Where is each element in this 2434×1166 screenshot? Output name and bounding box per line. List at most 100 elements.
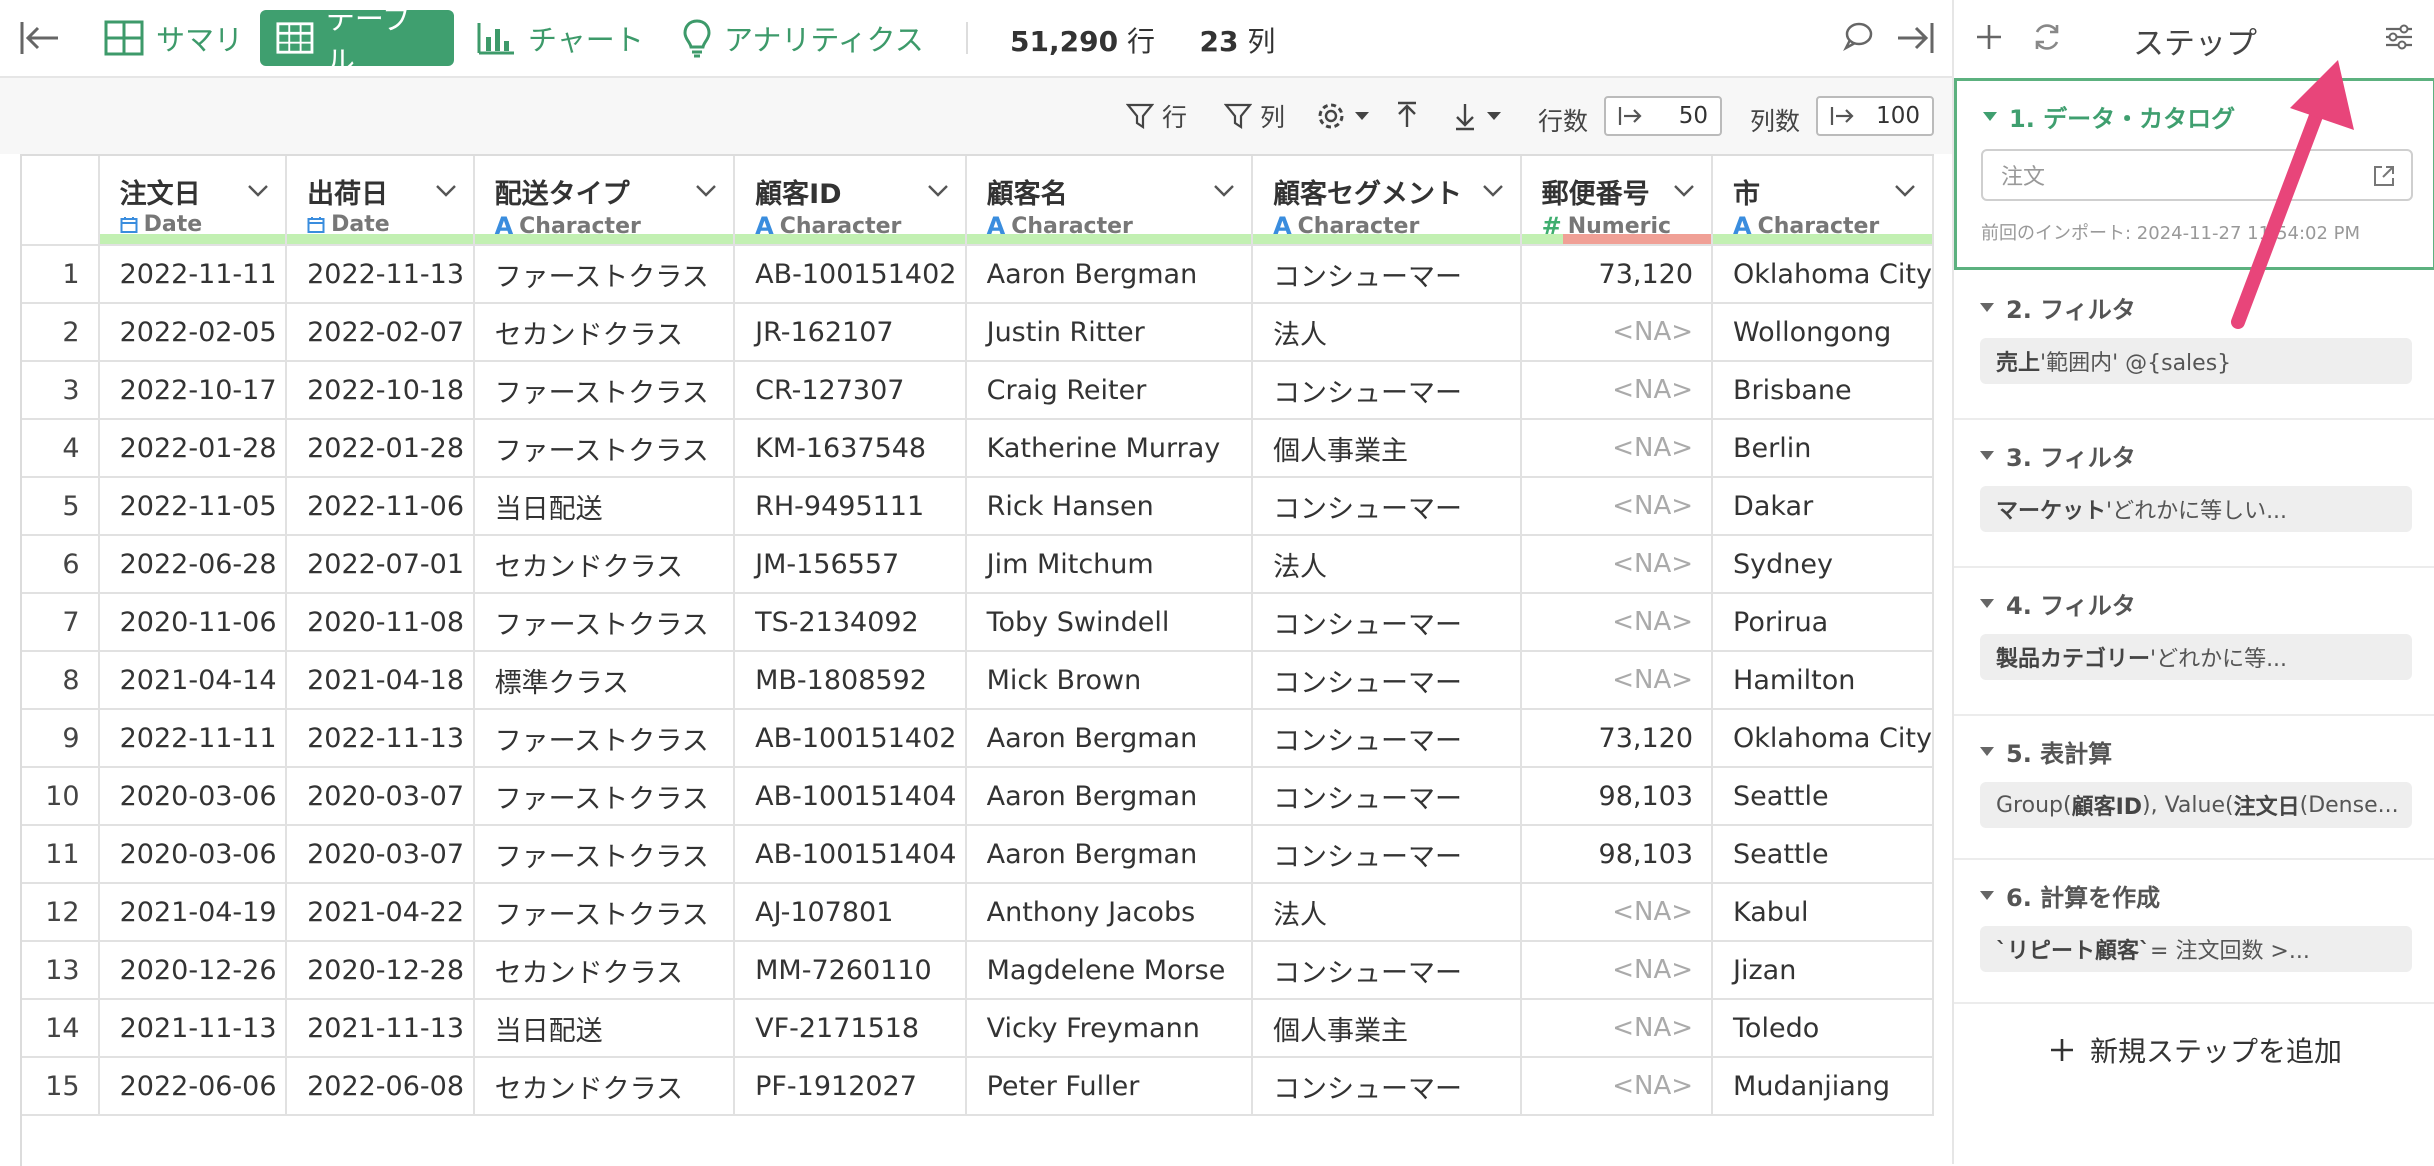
chevron-down-icon[interactable] bbox=[247, 184, 269, 198]
table-cell[interactable]: 98,103 bbox=[1520, 767, 1714, 826]
step-summary-pill[interactable]: `リピート顧客` = 注文回数 >... bbox=[1980, 926, 2412, 972]
comment-icon[interactable] bbox=[1842, 20, 1874, 56]
table-cell[interactable]: 個人事業主 bbox=[1252, 999, 1522, 1058]
step-filter-market[interactable]: 3. フィルタ マーケット 'どれかに等しい... bbox=[1954, 420, 2434, 568]
step-filter-sales[interactable]: 2. フィルタ 売上 '範囲内' @{sales} bbox=[1954, 272, 2434, 420]
table-cell[interactable]: 2021-04-19 bbox=[98, 883, 288, 942]
table-cell[interactable]: 2020-12-28 bbox=[286, 941, 475, 1000]
table-cell[interactable]: <NA> bbox=[1520, 419, 1714, 478]
table-cell[interactable]: Seattle bbox=[1712, 825, 1934, 884]
table-row[interactable]: 7 2020-11-06 2020-11-08 ファーストクラス TS-2134092 T… bbox=[22, 593, 1934, 652]
table-cell[interactable]: PF-1912027 bbox=[734, 1057, 967, 1116]
table-cell[interactable]: コンシューマー bbox=[1252, 767, 1522, 826]
row-filter-button[interactable]: 行 bbox=[1126, 98, 1187, 134]
table-row[interactable]: 2 2022-02-05 2022-02-07 セカンドクラス JR-162107 Jus… bbox=[22, 303, 1934, 362]
column-header[interactable]: 顧客名 A Character bbox=[965, 156, 1254, 246]
chevron-down-icon[interactable] bbox=[1673, 184, 1695, 198]
download-dropdown[interactable] bbox=[1452, 98, 1510, 134]
table-cell[interactable]: Wollongong bbox=[1712, 303, 1934, 362]
table-cell[interactable]: 2020-03-07 bbox=[286, 767, 475, 826]
table-cell[interactable]: <NA> bbox=[1520, 941, 1714, 1000]
step-create-calc[interactable]: 6. 計算を作成 `リピート顧客` = 注文回数 >... bbox=[1954, 860, 2434, 1004]
table-cell[interactable]: Justin Ritter bbox=[965, 303, 1254, 362]
table-cell[interactable]: コンシューマー bbox=[1252, 593, 1522, 652]
settings-dropdown[interactable] bbox=[1316, 98, 1378, 134]
step-title[interactable]: 4. フィルタ bbox=[1980, 586, 2136, 621]
table-cell[interactable]: Katherine Murray bbox=[965, 419, 1254, 478]
table-cell[interactable]: <NA> bbox=[1520, 1057, 1714, 1116]
tab-summary[interactable]: サマリ bbox=[88, 10, 263, 66]
table-row[interactable]: 10 2020-03-06 2020-03-07 ファーストクラス AB-1001514… bbox=[22, 767, 1934, 826]
table-cell[interactable]: 2022-10-18 bbox=[286, 361, 475, 420]
table-cell[interactable]: 2021-11-13 bbox=[98, 999, 288, 1058]
step-data-catalog[interactable]: 1. データ・カタログ 注文 前回のインポート: 2024-11-27 11:5… bbox=[1954, 78, 2434, 270]
table-cell[interactable]: Jizan bbox=[1712, 941, 1934, 1000]
table-cell[interactable]: 2021-11-13 bbox=[286, 999, 475, 1058]
table-cell[interactable]: 98,103 bbox=[1520, 825, 1714, 884]
column-header[interactable]: 市 A Character bbox=[1712, 156, 1934, 246]
table-cell[interactable]: 2022-11-13 bbox=[286, 245, 475, 304]
table-row[interactable]: 9 2022-11-11 2022-11-13 ファーストクラス AB-10015140… bbox=[22, 709, 1934, 768]
table-cell[interactable]: Magdelene Morse bbox=[965, 941, 1254, 1000]
table-cell[interactable]: Aaron Bergman bbox=[965, 767, 1254, 826]
tab-analytics[interactable]: アナリティクス bbox=[666, 10, 944, 66]
table-cell[interactable]: 2022-11-05 bbox=[98, 477, 288, 536]
table-cell[interactable]: セカンドクラス bbox=[473, 1057, 736, 1116]
table-cell[interactable]: 2021-04-14 bbox=[98, 651, 288, 710]
table-cell[interactable]: 2021-04-18 bbox=[286, 651, 475, 710]
table-cell[interactable]: ファーストクラス bbox=[473, 245, 736, 304]
table-cell[interactable]: 2022-06-06 bbox=[98, 1057, 288, 1116]
table-cell[interactable]: Oklahoma City bbox=[1712, 245, 1934, 304]
table-row[interactable]: 11 2020-03-06 2020-03-07 ファーストクラス AB-1001514… bbox=[22, 825, 1934, 884]
table-cell[interactable]: コンシューマー bbox=[1252, 651, 1522, 710]
table-cell[interactable]: <NA> bbox=[1520, 999, 1714, 1058]
step-title[interactable]: 6. 計算を作成 bbox=[1980, 878, 2160, 913]
column-header[interactable]: 顧客セグメント A Character bbox=[1252, 156, 1522, 246]
table-cell[interactable]: <NA> bbox=[1520, 593, 1714, 652]
table-cell[interactable]: 2022-02-07 bbox=[286, 303, 475, 362]
table-cell[interactable]: 標準クラス bbox=[473, 651, 736, 710]
table-cell[interactable]: JR-162107 bbox=[734, 303, 967, 362]
sliders-icon[interactable] bbox=[2384, 22, 2414, 52]
table-cell[interactable]: TS-2134092 bbox=[734, 593, 967, 652]
table-cell[interactable]: AB-100151404 bbox=[734, 825, 967, 884]
table-cell[interactable]: 73,120 bbox=[1520, 709, 1714, 768]
table-cell[interactable]: CR-127307 bbox=[734, 361, 967, 420]
table-cell[interactable]: セカンドクラス bbox=[473, 303, 736, 362]
table-cell[interactable]: 2020-03-06 bbox=[98, 825, 288, 884]
table-cell[interactable]: RH-9495111 bbox=[734, 477, 967, 536]
table-cell[interactable]: 2022-01-28 bbox=[98, 419, 288, 478]
table-row[interactable]: 6 2022-06-28 2022-07-01 セカンドクラス JM-156557 Jim… bbox=[22, 535, 1934, 594]
step-filter-category[interactable]: 4. フィルタ 製品カテゴリー 'どれかに等... bbox=[1954, 568, 2434, 716]
column-header[interactable]: 注文日 Date bbox=[98, 156, 288, 246]
table-cell[interactable]: 2022-11-06 bbox=[286, 477, 475, 536]
table-cell[interactable]: Mick Brown bbox=[965, 651, 1254, 710]
table-cell[interactable]: 2021-04-22 bbox=[286, 883, 475, 942]
table-cell[interactable]: <NA> bbox=[1520, 535, 1714, 594]
table-row[interactable]: 3 2022-10-17 2022-10-18 ファーストクラス CR-127307 Cr… bbox=[22, 361, 1934, 420]
table-cell[interactable]: JM-156557 bbox=[734, 535, 967, 594]
chevron-down-icon[interactable] bbox=[1894, 184, 1916, 198]
table-cell[interactable]: ファーストクラス bbox=[473, 883, 736, 942]
table-cell[interactable]: Craig Reiter bbox=[965, 361, 1254, 420]
table-cell[interactable]: AJ-107801 bbox=[734, 883, 967, 942]
table-cell[interactable]: 個人事業主 bbox=[1252, 419, 1522, 478]
table-cell[interactable]: 法人 bbox=[1252, 535, 1522, 594]
add-step-button[interactable]: 新規ステップを追加 bbox=[1954, 1030, 2434, 1070]
table-cell[interactable]: ファーストクラス bbox=[473, 709, 736, 768]
table-cell[interactable]: ファーストクラス bbox=[473, 361, 736, 420]
table-cell[interactable]: 法人 bbox=[1252, 303, 1522, 362]
table-cell[interactable]: コンシューマー bbox=[1252, 941, 1522, 1000]
table-cell[interactable]: AB-100151402 bbox=[734, 709, 967, 768]
table-cell[interactable]: <NA> bbox=[1520, 303, 1714, 362]
step-summary-pill[interactable]: マーケット 'どれかに等しい... bbox=[1980, 486, 2412, 532]
table-cell[interactable]: Sydney bbox=[1712, 535, 1934, 594]
chevron-down-icon[interactable] bbox=[435, 184, 457, 198]
table-cell[interactable]: Kabul bbox=[1712, 883, 1934, 942]
table-row[interactable]: 5 2022-11-05 2022-11-06 当日配送 RH-9495111 Rick … bbox=[22, 477, 1934, 536]
table-cell[interactable]: Aaron Bergman bbox=[965, 709, 1254, 768]
table-cell[interactable]: Oklahoma City bbox=[1712, 709, 1934, 768]
table-cell[interactable]: Dakar bbox=[1712, 477, 1934, 536]
step-title[interactable]: 3. フィルタ bbox=[1980, 438, 2136, 473]
table-cell[interactable]: Rick Hansen bbox=[965, 477, 1254, 536]
